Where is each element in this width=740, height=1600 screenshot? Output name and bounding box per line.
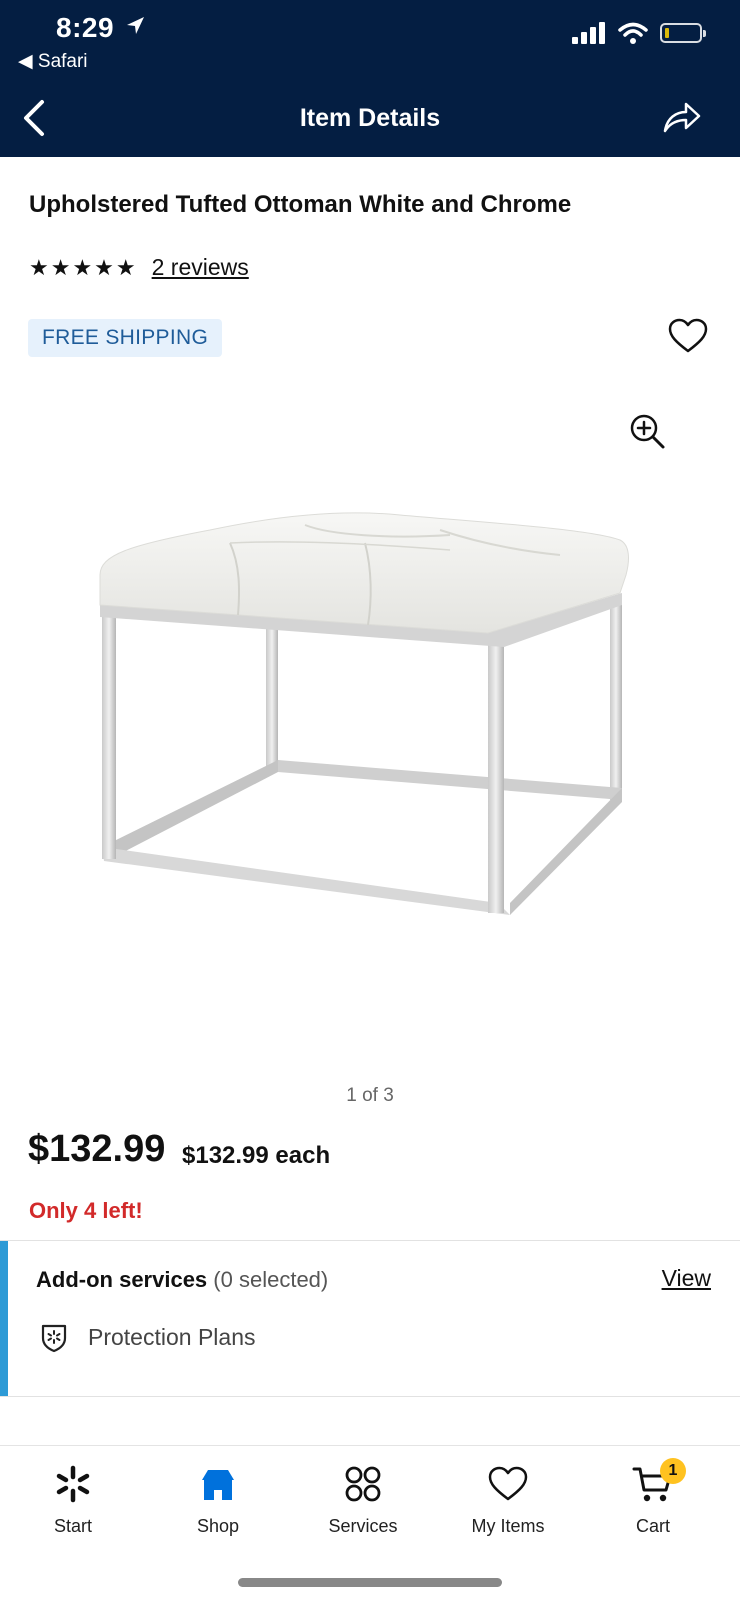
store-icon bbox=[148, 1458, 288, 1510]
protection-shield-icon bbox=[38, 1321, 70, 1358]
wifi-icon bbox=[618, 22, 648, 44]
app-header: 8:29 ◀ Safari Item Details bbox=[0, 0, 740, 157]
stock-notice: Only 4 left! bbox=[29, 1198, 143, 1223]
tab-shop-label: Shop bbox=[196, 1516, 240, 1536]
signal-icon bbox=[572, 22, 605, 44]
tab-services-label: Services bbox=[328, 1516, 398, 1536]
reviews-link[interactable]: 2 reviews bbox=[152, 254, 249, 281]
share-button[interactable] bbox=[662, 100, 702, 139]
heart-icon bbox=[438, 1458, 578, 1510]
rating-stars: ★★★★★ bbox=[29, 254, 138, 280]
bottom-tab-bar: Start Shop Services My Items 1 Cart bbox=[0, 1445, 740, 1600]
favorite-button[interactable] bbox=[668, 318, 708, 359]
tab-my-items[interactable]: My Items bbox=[438, 1458, 578, 1537]
rating-row: ★★★★★ 2 reviews bbox=[29, 254, 249, 281]
tab-start-label: Start bbox=[53, 1516, 92, 1536]
tab-shop[interactable]: Shop bbox=[148, 1458, 288, 1537]
addon-accent-bar bbox=[0, 1241, 8, 1396]
tab-start[interactable]: Start bbox=[3, 1458, 143, 1537]
home-indicator bbox=[238, 1578, 502, 1587]
cart-icon bbox=[583, 1458, 723, 1510]
product-title: Upholstered Tufted Ottoman White and Chr… bbox=[29, 191, 572, 218]
image-pager: 1 of 3 bbox=[346, 1085, 394, 1106]
protection-plans-label: Protection Plans bbox=[88, 1324, 256, 1350]
tab-cart-label: Cart bbox=[635, 1516, 670, 1536]
zoom-in-icon bbox=[630, 414, 665, 449]
unit-price: $132.99 each bbox=[182, 1142, 331, 1169]
status-icons bbox=[572, 22, 706, 44]
share-arrow-icon bbox=[663, 102, 701, 133]
battery-icon bbox=[660, 23, 706, 43]
zoom-button[interactable] bbox=[628, 412, 666, 455]
tab-cart[interactable]: 1 Cart bbox=[583, 1458, 723, 1537]
spark-icon bbox=[3, 1458, 143, 1510]
addon-view-link[interactable]: View bbox=[662, 1265, 711, 1292]
heart-icon bbox=[668, 318, 708, 353]
page-title: Item Details bbox=[299, 104, 441, 132]
addon-services-section: Add-on services (0 selected) View Protec… bbox=[0, 1240, 740, 1397]
tab-my-items-label: My Items bbox=[471, 1516, 545, 1536]
services-grid-icon bbox=[293, 1458, 433, 1510]
addon-title: Add-on services (0 selected) bbox=[36, 1267, 328, 1293]
back-to-safari[interactable]: ◀ Safari bbox=[18, 50, 88, 73]
addon-heading: Add-on services bbox=[36, 1267, 208, 1292]
free-shipping-badge: FREE SHIPPING bbox=[28, 319, 223, 357]
price: $132.99 bbox=[28, 1128, 166, 1170]
cart-count-badge: 1 bbox=[660, 1458, 686, 1484]
addon-selected-count: (0 selected) bbox=[213, 1267, 329, 1292]
tab-services[interactable]: Services bbox=[293, 1458, 433, 1537]
location-arrow-icon bbox=[124, 14, 148, 43]
status-time: 8:29 bbox=[56, 12, 115, 43]
product-image[interactable] bbox=[90, 505, 650, 935]
